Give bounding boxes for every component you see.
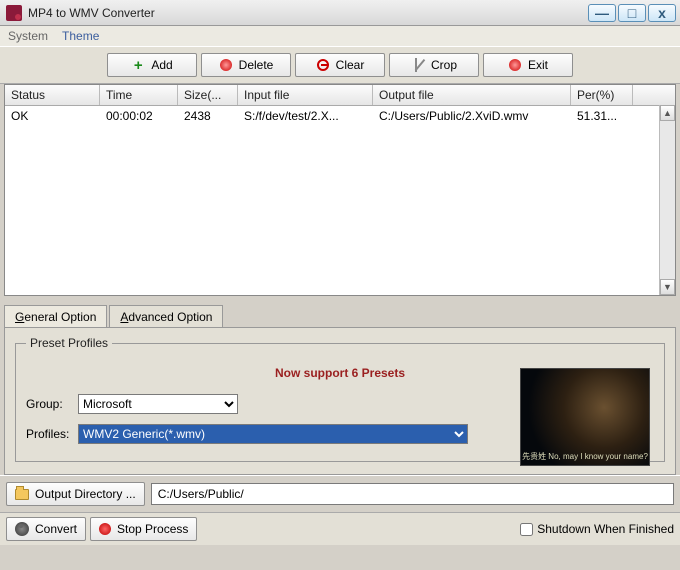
shutdown-checkbox[interactable]	[520, 523, 533, 536]
tab-general-label: eneral Option	[24, 310, 96, 324]
col-time[interactable]: Time	[100, 85, 178, 105]
close-button[interactable]: x	[648, 4, 676, 22]
delete-icon	[219, 58, 233, 72]
table-row[interactable]: OK 00:00:02 2438 S:/f/dev/test/2.X... C:…	[5, 106, 675, 126]
stop-button[interactable]: Stop Process	[90, 517, 197, 541]
exit-icon	[508, 58, 522, 72]
scroll-up-icon[interactable]: ▲	[660, 105, 675, 121]
menubar: System Theme	[0, 26, 680, 46]
stop-icon	[99, 523, 111, 535]
convert-label: Convert	[35, 522, 77, 536]
profiles-label: Profiles:	[26, 427, 74, 441]
cell-status: OK	[5, 106, 100, 126]
group-select[interactable]: Microsoft	[78, 394, 238, 414]
folder-icon	[15, 489, 29, 500]
exit-label: Exit	[528, 58, 548, 72]
cell-per: 51.31...	[571, 106, 633, 126]
advanced-panel: Preset Profiles Now support 6 Presets Gr…	[4, 327, 676, 475]
tab-general[interactable]: General Option	[4, 305, 107, 328]
convert-button[interactable]: Convert	[6, 517, 86, 541]
shutdown-label: Shutdown When Finished	[537, 522, 674, 536]
scroll-down-icon[interactable]: ▼	[660, 279, 675, 295]
crop-label: Crop	[431, 58, 457, 72]
add-button[interactable]: + Add	[107, 53, 197, 77]
plus-icon: +	[131, 58, 145, 72]
col-output[interactable]: Output file	[373, 85, 571, 105]
window-controls: — □ x	[588, 4, 676, 22]
col-status[interactable]: Status	[5, 85, 100, 105]
add-label: Add	[151, 58, 172, 72]
toolbar: + Add Delete Clear Crop Exit	[0, 46, 680, 84]
cell-output: C:/Users/Public/2.XviD.wmv	[373, 106, 571, 126]
output-row: Output Directory ...	[0, 475, 680, 512]
vertical-scrollbar[interactable]: ▲ ▼	[659, 105, 675, 295]
crop-button[interactable]: Crop	[389, 53, 479, 77]
preset-legend: Preset Profiles	[26, 336, 112, 350]
cell-time: 00:00:02	[100, 106, 178, 126]
output-directory-button[interactable]: Output Directory ...	[6, 482, 145, 506]
tab-advanced[interactable]: Advanced Option	[109, 305, 223, 328]
cell-input: S:/f/dev/test/2.X...	[238, 106, 373, 126]
shutdown-checkbox-label[interactable]: Shutdown When Finished	[520, 522, 674, 536]
minimize-button[interactable]: —	[588, 4, 616, 22]
bottom-bar: Convert Stop Process Shutdown When Finis…	[0, 512, 680, 545]
menu-system[interactable]: System	[8, 29, 48, 43]
group-label: Group:	[26, 397, 74, 411]
preview-frame	[521, 369, 649, 465]
col-per[interactable]: Per(%)	[571, 85, 633, 105]
titlebar: MP4 to WMV Converter — □ x	[0, 0, 680, 26]
output-button-label: Output Directory ...	[35, 487, 136, 501]
preset-fieldset: Preset Profiles Now support 6 Presets Gr…	[15, 336, 665, 462]
scissors-icon	[411, 58, 425, 72]
output-path-input[interactable]	[151, 483, 674, 505]
preview-subtitle: 先贵姓 No, may I know your name?	[522, 453, 648, 465]
table-header: Status Time Size(... Input file Output f…	[5, 85, 675, 106]
file-table: Status Time Size(... Input file Output f…	[4, 84, 676, 296]
clear-icon	[316, 58, 330, 72]
delete-label: Delete	[239, 58, 274, 72]
convert-icon	[15, 522, 29, 536]
window-title: MP4 to WMV Converter	[28, 6, 588, 20]
scroll-track[interactable]	[660, 121, 675, 279]
profiles-select[interactable]: WMV2 Generic(*.wmv)	[78, 424, 468, 444]
app-icon	[6, 5, 22, 21]
tab-advanced-label: dvanced Option	[128, 310, 212, 324]
cell-size: 2438	[178, 106, 238, 126]
clear-label: Clear	[336, 58, 365, 72]
col-size[interactable]: Size(...	[178, 85, 238, 105]
video-preview: 先贵姓 No, may I know your name?	[520, 368, 650, 466]
col-input[interactable]: Input file	[238, 85, 373, 105]
menu-theme[interactable]: Theme	[62, 29, 99, 43]
exit-button[interactable]: Exit	[483, 53, 573, 77]
option-tabs: General Option Advanced Option	[4, 304, 676, 327]
clear-button[interactable]: Clear	[295, 53, 385, 77]
delete-button[interactable]: Delete	[201, 53, 291, 77]
stop-label: Stop Process	[117, 522, 188, 536]
maximize-button[interactable]: □	[618, 4, 646, 22]
